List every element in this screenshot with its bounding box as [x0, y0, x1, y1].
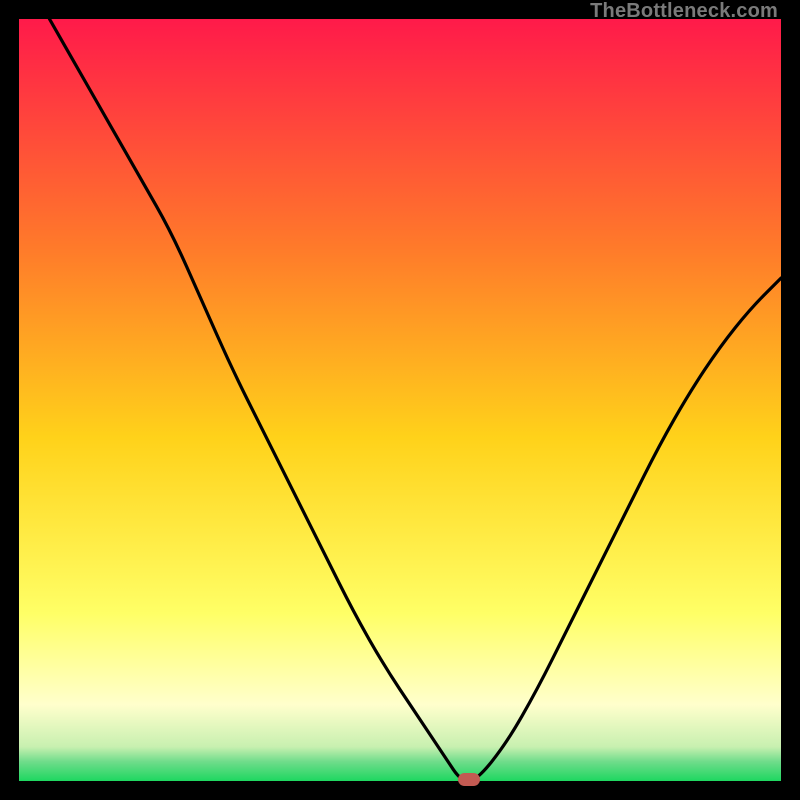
- plot-area: [19, 19, 781, 781]
- bottleneck-curve: [19, 19, 781, 781]
- chart-container: TheBottleneck.com: [0, 0, 800, 800]
- watermark-text: TheBottleneck.com: [590, 0, 778, 23]
- optimal-marker: [458, 773, 480, 786]
